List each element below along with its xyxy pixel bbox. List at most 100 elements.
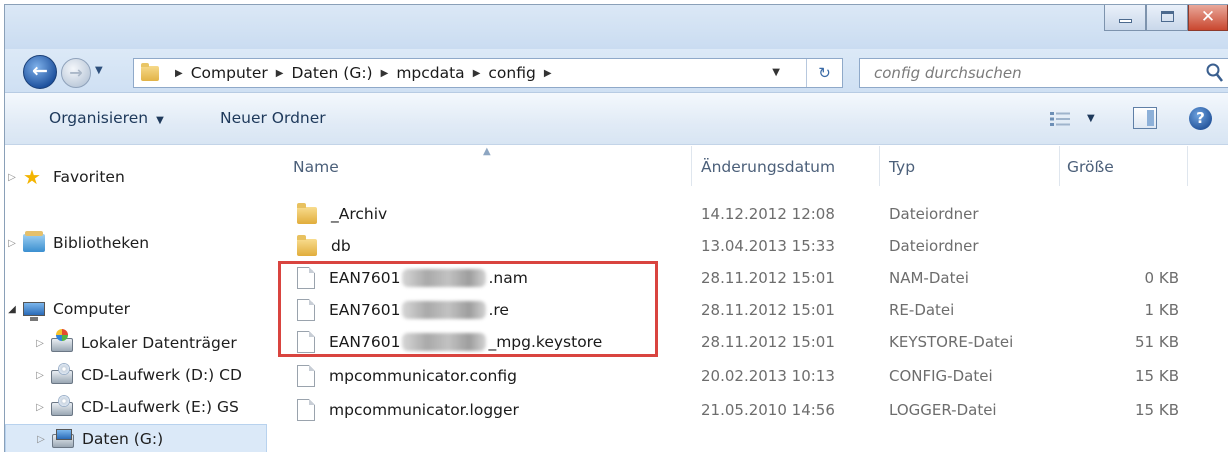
column-header-name[interactable]: Name bbox=[293, 146, 339, 186]
nav-item-label: CD-Laufwerk (D:) CD bbox=[81, 366, 242, 384]
file-name: mpcommunicator.logger bbox=[329, 401, 519, 419]
column-header-date[interactable]: Änderungsdatum bbox=[701, 146, 835, 186]
organize-label: Organisieren bbox=[49, 109, 149, 127]
file-type: RE-Datei bbox=[889, 301, 955, 319]
file-size: 15 KB bbox=[1135, 401, 1179, 419]
nav-item-label: Computer bbox=[53, 300, 131, 318]
file-row[interactable]: mpcommunicator.config 20.02.2013 10:13 C… bbox=[267, 360, 1228, 392]
file-row[interactable]: EAN7601 .re 28.11.2012 15:01 RE-Datei 1 K… bbox=[267, 294, 1228, 326]
cd-drive-icon bbox=[51, 395, 73, 416]
file-name-prefix: EAN7601 bbox=[329, 301, 401, 319]
redacted-text bbox=[402, 301, 487, 319]
expand-arrow-icon[interactable]: ▷ bbox=[33, 402, 47, 413]
breadcrumb-mpcdata[interactable]: mpcdata bbox=[396, 64, 464, 82]
column-divider[interactable] bbox=[1059, 146, 1060, 186]
organize-button[interactable]: Organisieren ▼ bbox=[49, 109, 164, 127]
nav-item-cd-drive-e[interactable]: ▷ CD-Laufwerk (E:) GS bbox=[5, 392, 267, 422]
address-bar[interactable]: ▶ Computer ▶ Daten (G:) ▶ mpcdata ▶ conf… bbox=[133, 58, 843, 88]
nav-item-favorites[interactable]: ▷ ★ Favoriten bbox=[5, 162, 267, 192]
nav-item-libraries[interactable]: ▷ Bibliotheken bbox=[5, 228, 267, 258]
refresh-button[interactable]: ↻ bbox=[806, 59, 842, 87]
nav-item-label: Bibliotheken bbox=[53, 234, 150, 252]
view-options-dropdown-icon[interactable]: ▼ bbox=[1087, 113, 1095, 124]
file-type: KEYSTORE-Datei bbox=[889, 333, 1014, 351]
breadcrumb-separator-icon[interactable]: ▶ bbox=[544, 68, 552, 79]
file-name: db bbox=[331, 237, 351, 255]
preview-pane-icon[interactable] bbox=[1133, 107, 1157, 129]
file-date: 20.02.2013 10:13 bbox=[701, 367, 835, 385]
breadcrumb-separator-icon[interactable]: ▶ bbox=[175, 68, 183, 79]
close-button[interactable]: ✕ bbox=[1188, 5, 1228, 31]
maximize-icon bbox=[1161, 11, 1174, 22]
expand-arrow-icon[interactable]: ▷ bbox=[33, 338, 47, 349]
file-type: Dateiordner bbox=[889, 205, 979, 223]
file-icon bbox=[297, 299, 315, 321]
folder-icon bbox=[297, 235, 317, 256]
file-name-suffix: .re bbox=[488, 301, 509, 319]
forward-arrow-icon: → bbox=[69, 63, 83, 82]
forward-button[interactable]: → bbox=[61, 58, 91, 88]
breadcrumb-config[interactable]: config bbox=[488, 64, 535, 82]
redacted-text bbox=[402, 269, 487, 287]
search-icon[interactable] bbox=[1205, 62, 1225, 84]
file-row[interactable]: mpcommunicator.logger 21.05.2010 14:56 L… bbox=[267, 394, 1228, 426]
file-row[interactable]: EAN7601 _mpg.keystore 28.11.2012 15:01 KE… bbox=[267, 326, 1228, 358]
file-icon bbox=[297, 399, 315, 421]
column-header-size[interactable]: Größe bbox=[1067, 146, 1114, 186]
file-size: 51 KB bbox=[1135, 333, 1179, 351]
close-icon: ✕ bbox=[1200, 7, 1216, 27]
file-icon bbox=[297, 365, 315, 387]
nav-item-cd-drive-d[interactable]: ▷ CD-Laufwerk (D:) CD bbox=[5, 360, 267, 390]
column-divider[interactable] bbox=[1187, 146, 1188, 186]
breadcrumb-separator-icon[interactable]: ▶ bbox=[473, 68, 481, 79]
search-input[interactable] bbox=[860, 59, 1190, 87]
window-controls: ✕ bbox=[1104, 5, 1228, 31]
column-header-type[interactable]: Typ bbox=[889, 146, 915, 186]
column-divider[interactable] bbox=[691, 146, 692, 186]
file-name-prefix: EAN7601 bbox=[329, 269, 401, 287]
expand-arrow-icon[interactable]: ▷ bbox=[5, 172, 19, 183]
expand-arrow-icon[interactable]: ▷ bbox=[33, 370, 47, 381]
file-date: 28.11.2012 15:01 bbox=[701, 301, 835, 319]
file-name-prefix: EAN7601 bbox=[329, 333, 401, 351]
search-box bbox=[859, 58, 1228, 88]
collapse-arrow-icon[interactable]: ◢ bbox=[5, 304, 19, 315]
breadcrumb: ▶ Computer ▶ Daten (G:) ▶ mpcdata ▶ conf… bbox=[167, 64, 560, 82]
breadcrumb-daten[interactable]: Daten (G:) bbox=[291, 64, 372, 82]
maximize-button[interactable] bbox=[1146, 5, 1188, 31]
file-size bbox=[1067, 230, 1179, 262]
file-size: 0 KB bbox=[1144, 269, 1179, 287]
network-drive-icon bbox=[52, 429, 74, 448]
minimize-icon bbox=[1119, 19, 1132, 23]
nav-item-computer[interactable]: ◢ Computer bbox=[5, 294, 267, 324]
breadcrumb-separator-icon[interactable]: ▶ bbox=[276, 68, 284, 79]
file-name-suffix: _mpg.keystore bbox=[488, 333, 603, 351]
back-button[interactable]: ← bbox=[23, 55, 57, 89]
expand-arrow-icon[interactable]: ▷ bbox=[5, 238, 19, 249]
file-row[interactable]: _Archiv 14.12.2012 12:08 Dateiordner bbox=[267, 198, 1228, 230]
help-icon[interactable]: ? bbox=[1189, 107, 1212, 130]
file-name-cell: EAN7601 .re bbox=[297, 294, 509, 326]
address-history-dropdown-icon[interactable]: ▼ bbox=[772, 67, 780, 78]
file-row[interactable]: db 13.04.2013 15:33 Dateiordner bbox=[267, 230, 1228, 262]
file-row[interactable]: EAN7601 .nam 28.11.2012 15:01 NAM-Datei 0… bbox=[267, 262, 1228, 294]
new-folder-button[interactable]: Neuer Ordner bbox=[220, 109, 326, 127]
file-date: 14.12.2012 12:08 bbox=[701, 205, 835, 223]
nav-item-daten-g[interactable]: ▷ Daten (G:) bbox=[5, 424, 267, 452]
back-arrow-icon: ← bbox=[32, 60, 48, 82]
file-date: 28.11.2012 15:01 bbox=[701, 269, 835, 287]
file-name-cell: EAN7601 _mpg.keystore bbox=[297, 326, 602, 358]
recent-pages-dropdown-icon[interactable]: ▼ bbox=[95, 65, 103, 76]
column-divider[interactable] bbox=[879, 146, 880, 186]
breadcrumb-computer[interactable]: Computer bbox=[191, 64, 268, 82]
file-icon bbox=[297, 331, 315, 353]
file-date: 28.11.2012 15:01 bbox=[701, 333, 835, 351]
expand-arrow-icon[interactable]: ▷ bbox=[34, 434, 48, 445]
nav-item-local-disk[interactable]: ▷ Lokaler Datenträger bbox=[5, 328, 267, 358]
local-disk-icon bbox=[51, 329, 73, 352]
breadcrumb-separator-icon[interactable]: ▶ bbox=[381, 68, 389, 79]
file-type: CONFIG-Datei bbox=[889, 367, 993, 385]
minimize-button[interactable] bbox=[1104, 5, 1146, 31]
change-view-icon[interactable] bbox=[1049, 111, 1071, 127]
nav-item-label: Favoriten bbox=[53, 168, 125, 186]
